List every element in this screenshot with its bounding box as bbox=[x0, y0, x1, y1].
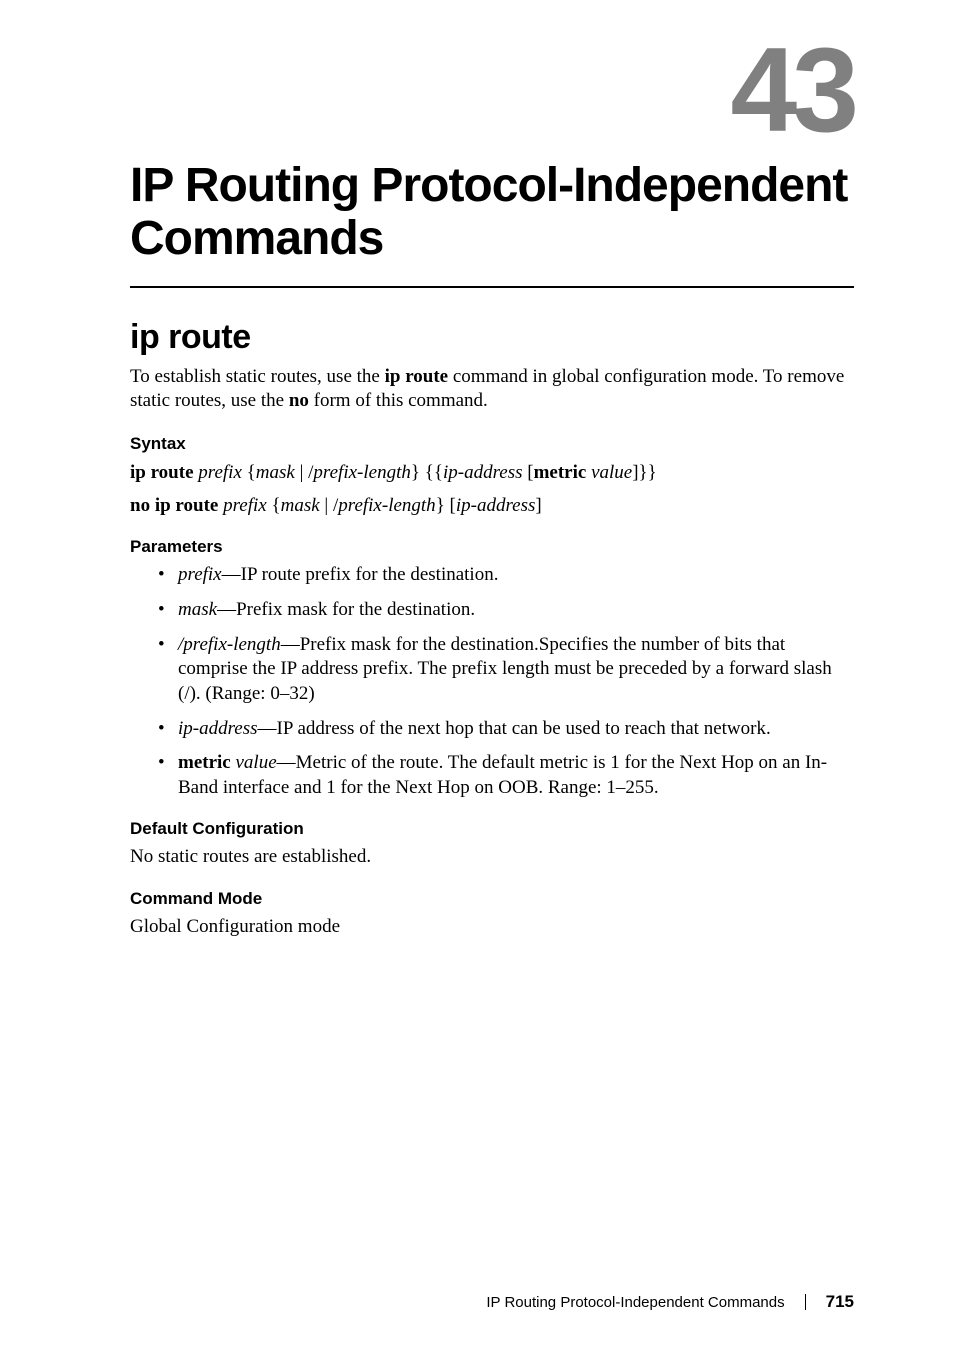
param-desc: —IP route prefix for the destination. bbox=[222, 564, 499, 585]
syntax1-p1: prefix bbox=[198, 462, 242, 483]
syntax1-t3: } {{ bbox=[411, 462, 443, 483]
param-term: /prefix-length bbox=[178, 634, 281, 655]
divider bbox=[130, 286, 854, 288]
footer-separator bbox=[805, 1294, 806, 1310]
list-item: /prefix-length—Prefix mask for the desti… bbox=[158, 633, 854, 707]
command-mode-heading: Command Mode bbox=[130, 889, 854, 909]
syntax1-p5: value bbox=[591, 462, 632, 483]
intro-text-1: To establish static routes, use the bbox=[130, 366, 385, 387]
syntax-block: ip route prefix {mask | /prefix-length} … bbox=[130, 460, 854, 519]
syntax2-t3: } [ bbox=[436, 495, 456, 516]
syntax1-p3: prefix-length bbox=[313, 462, 410, 483]
syntax1-t4: [ bbox=[523, 462, 534, 483]
syntax2-cmd: no ip route bbox=[130, 495, 223, 516]
syntax2-p1: prefix bbox=[223, 495, 267, 516]
command-mode-text: Global Configuration mode bbox=[130, 915, 854, 940]
param-desc: —Prefix mask for the destination. bbox=[217, 599, 475, 620]
syntax2-p4: ip-address bbox=[456, 495, 536, 516]
chapter-title: IP Routing Protocol-Independent Commands bbox=[130, 160, 854, 266]
list-item: ip-address—IP address of the next hop th… bbox=[158, 717, 854, 742]
parameters-list: prefix—IP route prefix for the destinati… bbox=[158, 563, 854, 801]
intro-cmd-2: no bbox=[289, 390, 309, 411]
param-term: ip-address bbox=[178, 718, 258, 739]
param-term: mask bbox=[178, 599, 217, 620]
syntax-heading: Syntax bbox=[130, 434, 854, 454]
syntax1-p4: ip-address bbox=[443, 462, 523, 483]
syntax2-p3: prefix-length bbox=[338, 495, 435, 516]
syntax1-p2: mask bbox=[256, 462, 295, 483]
list-item: mask—Prefix mask for the destination. bbox=[158, 598, 854, 623]
footer-page-number: 715 bbox=[826, 1292, 854, 1312]
param-desc: —IP address of the next hop that can be … bbox=[258, 718, 771, 739]
param-term2: value bbox=[231, 752, 277, 773]
syntax1-cmd2: metric bbox=[534, 462, 591, 483]
syntax-line-2: no ip route prefix {mask | /prefix-lengt… bbox=[130, 493, 854, 520]
footer-title: IP Routing Protocol-Independent Commands bbox=[486, 1294, 784, 1311]
syntax1-t5: ]}} bbox=[632, 462, 657, 483]
intro-cmd-1: ip route bbox=[385, 366, 449, 387]
syntax1-cmd: ip route bbox=[130, 462, 198, 483]
syntax1-t2: | / bbox=[295, 462, 314, 483]
chapter-number: 43 bbox=[130, 30, 854, 150]
syntax2-p2: mask bbox=[281, 495, 320, 516]
syntax2-t2: | / bbox=[320, 495, 339, 516]
param-term: prefix bbox=[178, 564, 222, 585]
syntax1-t1: { bbox=[242, 462, 256, 483]
default-config-text: No static routes are established. bbox=[130, 845, 854, 870]
page-footer: IP Routing Protocol-Independent Commands… bbox=[486, 1292, 854, 1312]
list-item: prefix—IP route prefix for the destinati… bbox=[158, 563, 854, 588]
syntax2-t4: ] bbox=[535, 495, 541, 516]
section-title: ip route bbox=[130, 318, 854, 357]
syntax2-t1: { bbox=[267, 495, 281, 516]
parameters-heading: Parameters bbox=[130, 537, 854, 557]
param-term: metric bbox=[178, 752, 231, 773]
list-item: metric value—Metric of the route. The de… bbox=[158, 751, 854, 800]
default-config-heading: Default Configuration bbox=[130, 819, 854, 839]
section-intro: To establish static routes, use the ip r… bbox=[130, 365, 854, 414]
syntax-line-1: ip route prefix {mask | /prefix-length} … bbox=[130, 460, 854, 487]
intro-text-3: form of this command. bbox=[309, 390, 488, 411]
